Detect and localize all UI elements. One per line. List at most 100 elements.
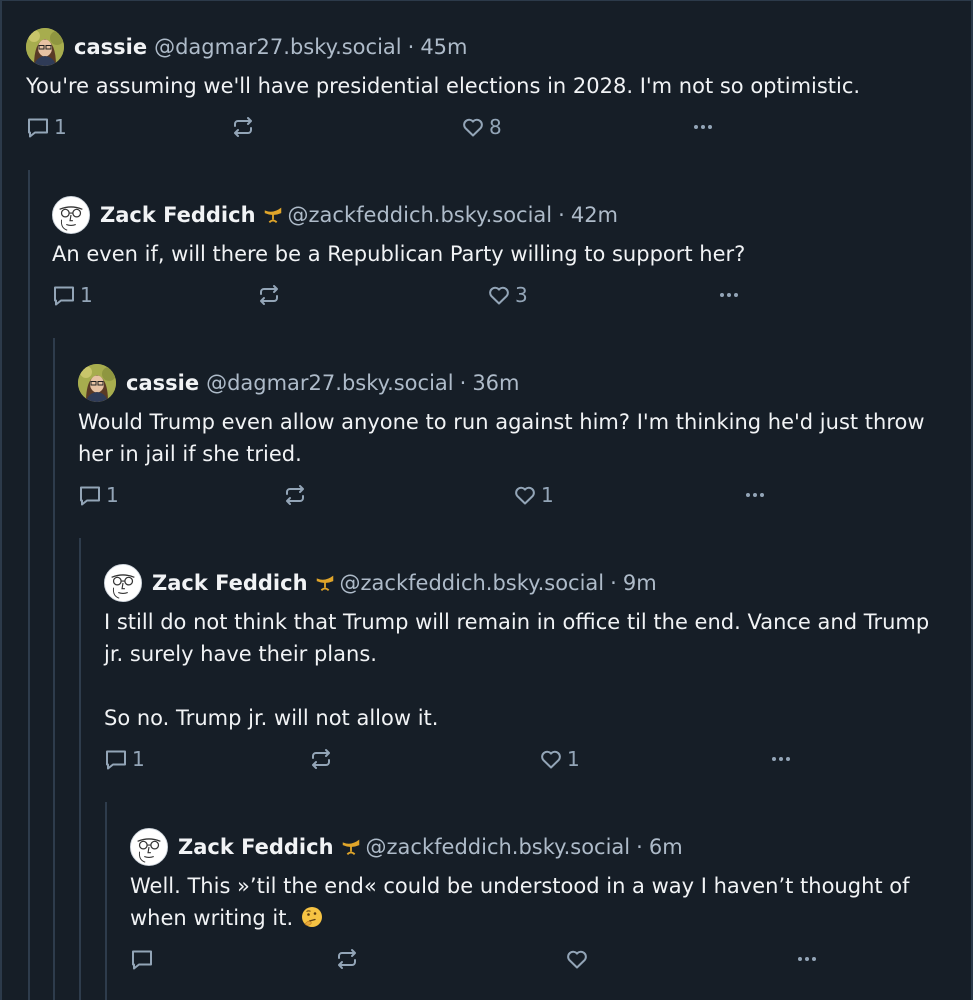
speech-bubble-icon	[106, 750, 126, 770]
separator: ·	[459, 371, 467, 395]
repost-button[interactable]	[335, 944, 363, 974]
avatar[interactable]	[78, 364, 116, 402]
like-count: 1	[541, 483, 554, 507]
post[interactable]: Zack Feddich @zackfeddich.bsky.social · …	[104, 564, 953, 774]
post-time[interactable]: 42m	[571, 203, 618, 227]
repost-arrows-icon	[312, 749, 330, 769]
author-name[interactable]: Zack Feddich	[152, 571, 308, 595]
like-button[interactable]: 8	[461, 112, 502, 142]
separator: ·	[636, 835, 643, 859]
more-options-button[interactable]	[717, 280, 741, 310]
heart-icon	[567, 950, 587, 969]
heart-icon	[489, 286, 509, 305]
more-options-button[interactable]	[795, 944, 819, 974]
more-options-button[interactable]	[769, 744, 793, 774]
post[interactable]: Zack Feddich @zackfeddich.bsky.social · …	[130, 828, 953, 974]
author-handle[interactable]: @zackfeddich.bsky.social	[288, 203, 553, 227]
reply-button[interactable]: 1	[104, 744, 145, 774]
post-time[interactable]: 36m	[472, 371, 519, 395]
post-actions: 1 3	[52, 280, 953, 310]
heart-icon	[541, 750, 561, 769]
speech-bubble-icon	[28, 118, 48, 138]
reply-button[interactable]	[130, 944, 158, 974]
avatar[interactable]	[26, 28, 64, 66]
post-time[interactable]: 45m	[420, 35, 467, 59]
horn-badge-icon	[264, 207, 281, 224]
separator: ·	[407, 35, 415, 59]
reply-count: 1	[132, 747, 145, 771]
author-handle[interactable]: @zackfeddich.bsky.social	[366, 835, 631, 859]
repost-button[interactable]	[283, 480, 311, 510]
horn-badge-icon	[342, 839, 359, 856]
avatar-photo	[26, 28, 64, 66]
repost-arrows-icon	[338, 949, 356, 969]
author-name[interactable]: cassie	[126, 371, 199, 395]
author-name[interactable]: cassie	[74, 35, 147, 59]
author-name[interactable]: Zack Feddich	[100, 203, 256, 227]
reply-count: 1	[80, 283, 93, 307]
post-actions	[130, 944, 953, 974]
more-options-button[interactable]	[743, 480, 767, 510]
ellipsis-icon	[798, 957, 816, 961]
ellipsis-icon	[720, 293, 738, 297]
author-name[interactable]: Zack Feddich	[178, 835, 334, 859]
post-actions: 1 8	[26, 112, 953, 142]
horn-badge-icon	[316, 575, 333, 592]
post-text: You're assuming we'll have presidential …	[26, 74, 861, 98]
post-time[interactable]: 6m	[649, 835, 683, 859]
repost-button[interactable]	[309, 744, 337, 774]
post-text-content: Well. This »’til the end« could be under…	[130, 874, 917, 930]
more-options-button[interactable]	[691, 112, 715, 142]
repost-arrows-icon	[234, 117, 252, 137]
repost-arrows-icon	[260, 285, 278, 305]
speech-bubble-icon	[54, 286, 74, 306]
avatar[interactable]	[130, 828, 168, 866]
post-text: An even if, will there be a Republican P…	[52, 242, 746, 266]
avatar-drawing	[105, 565, 141, 601]
avatar-drawing	[131, 829, 167, 865]
repost-button[interactable]	[257, 280, 285, 310]
speech-bubble-icon	[80, 486, 100, 506]
like-button[interactable]	[565, 944, 593, 974]
speech-bubble-icon	[132, 950, 152, 970]
separator: ·	[610, 571, 617, 595]
author-handle[interactable]: @dagmar27.bsky.social	[154, 35, 402, 59]
like-count: 8	[489, 115, 502, 139]
post-text: Would Trump even allow anyone to run aga…	[78, 410, 932, 466]
avatar-drawing	[53, 197, 89, 233]
post-text: Well. This »’til the end« could be under…	[130, 870, 953, 934]
post-actions: 1 1	[78, 480, 953, 510]
reply-button[interactable]: 1	[52, 280, 93, 310]
post-time[interactable]: 9m	[623, 571, 657, 595]
like-count: 3	[515, 283, 528, 307]
heart-icon	[463, 118, 483, 137]
like-button[interactable]: 3	[487, 280, 528, 310]
separator: ·	[558, 203, 565, 227]
avatar[interactable]	[52, 196, 90, 234]
repost-button[interactable]	[231, 112, 259, 142]
thread-line	[28, 170, 30, 1000]
reply-count: 1	[54, 115, 67, 139]
thinking-face-emoji	[301, 907, 322, 927]
author-handle[interactable]: @dagmar27.bsky.social	[206, 371, 454, 395]
repost-arrows-icon	[286, 485, 304, 505]
like-button[interactable]: 1	[513, 480, 554, 510]
post[interactable]: cassie @dagmar27.bsky.social · 36m Would…	[78, 364, 953, 510]
thread-line	[53, 338, 55, 1000]
post-text: I still do not think that Trump will rem…	[104, 610, 930, 730]
reply-button[interactable]: 1	[78, 480, 119, 510]
ellipsis-icon	[694, 125, 712, 129]
ellipsis-icon	[772, 757, 790, 761]
post[interactable]: cassie @dagmar27.bsky.social · 45m You'r…	[26, 28, 953, 142]
thread-line	[79, 538, 81, 1000]
avatar[interactable]	[104, 564, 142, 602]
like-count: 1	[567, 747, 580, 771]
ellipsis-icon	[746, 493, 764, 497]
heart-icon	[515, 486, 535, 505]
like-button[interactable]: 1	[539, 744, 580, 774]
reply-count: 1	[106, 483, 119, 507]
author-handle[interactable]: @zackfeddich.bsky.social	[340, 571, 605, 595]
post[interactable]: Zack Feddich @zackfeddich.bsky.social · …	[52, 196, 953, 310]
thread-line	[105, 802, 107, 1000]
reply-button[interactable]: 1	[26, 112, 67, 142]
